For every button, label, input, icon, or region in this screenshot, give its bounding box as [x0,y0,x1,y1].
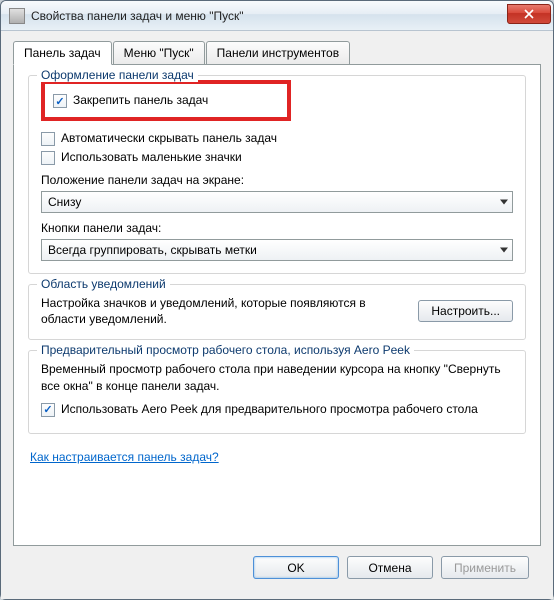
notif-description: Настройка значков и уведомлений, которые… [41,295,406,327]
select-taskbar-position[interactable]: Снизу [41,191,513,213]
label-lock-taskbar: Закрепить панель задач [73,93,279,107]
group-title-taskbar: Оформление панели задач [37,68,198,82]
highlighted-lock-option: Закрепить панель задач [41,80,291,121]
tab-toolbars[interactable]: Панели инструментов [206,41,350,65]
tabs-header: Панель задач Меню "Пуск" Панели инструме… [13,41,541,65]
aero-description: Временный просмотр рабочего стола при на… [41,361,513,393]
tab-taskbar[interactable]: Панель задач [13,41,112,65]
label-autohide: Автоматически скрывать панель задач [61,131,513,145]
titlebar[interactable]: Свойства панели задач и меню "Пуск" [1,1,553,31]
checkbox-small-icons[interactable] [41,151,55,165]
group-title-aero: Предварительный просмотр рабочего стола,… [37,343,414,357]
select-taskbar-buttons-value: Всегда группировать, скрывать метки [48,243,257,257]
window-title: Свойства панели задач и меню "Пуск" [31,9,507,23]
checkbox-lock-taskbar[interactable] [53,94,67,108]
dialog-footer: OK Отмена Применить [13,546,541,591]
label-taskbar-buttons: Кнопки панели задач: [41,221,513,235]
checkbox-autohide[interactable] [41,132,55,146]
ok-button[interactable]: OK [253,556,339,579]
dialog-body: Панель задач Меню "Пуск" Панели инструме… [1,31,553,599]
label-aero-peek: Использовать Aero Peek для предварительн… [61,402,513,416]
chevron-down-icon [500,248,508,253]
select-taskbar-buttons[interactable]: Всегда группировать, скрывать метки [41,239,513,261]
group-notification-area: Область уведомлений Настройка значков и … [28,284,526,340]
close-icon [524,9,534,19]
apply-button[interactable]: Применить [441,556,529,579]
customize-button[interactable]: Настроить... [418,300,513,322]
tab-panel-taskbar: Оформление панели задач Закрепить панель… [13,64,541,546]
label-taskbar-position: Положение панели задач на экране: [41,173,513,187]
properties-window: Свойства панели задач и меню "Пуск" Пане… [0,0,554,600]
group-title-notif: Область уведомлений [37,277,170,291]
group-taskbar-appearance: Оформление панели задач Закрепить панель… [28,75,526,274]
tab-startmenu[interactable]: Меню "Пуск" [113,41,205,65]
checkbox-aero-peek[interactable] [41,403,55,417]
label-small-icons: Использовать маленькие значки [61,150,513,164]
window-icon [9,8,25,24]
chevron-down-icon [500,200,508,205]
cancel-button[interactable]: Отмена [347,556,433,579]
select-taskbar-position-value: Снизу [48,195,81,209]
close-button[interactable] [507,4,551,24]
group-aero-peek: Предварительный просмотр рабочего стола,… [28,350,526,433]
help-link[interactable]: Как настраивается панель задач? [30,450,219,464]
